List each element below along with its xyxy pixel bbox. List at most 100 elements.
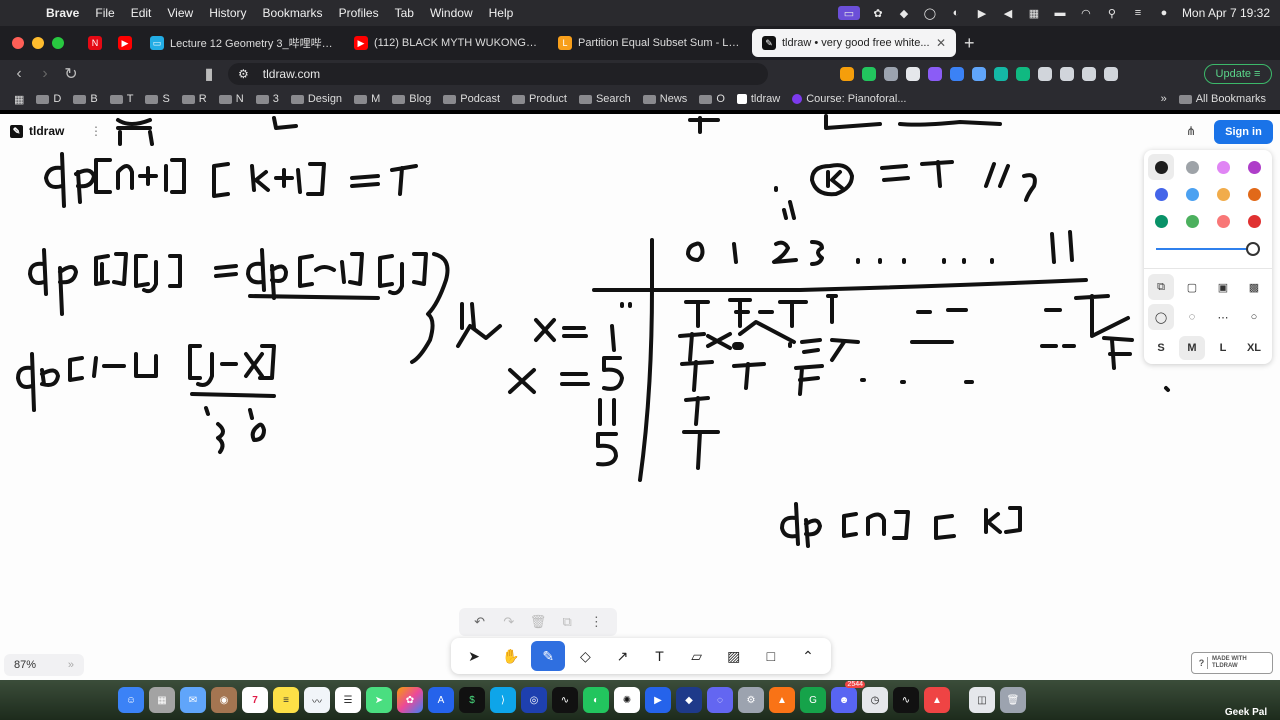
bookmark-course[interactable]: Course: Pianoforal...: [786, 93, 912, 105]
grammarly-icon[interactable]: G: [800, 687, 826, 713]
opacity-slider-handle[interactable]: [1246, 242, 1260, 256]
circle-icon[interactable]: ◯: [922, 6, 938, 20]
menu-edit[interactable]: Edit: [123, 6, 160, 20]
more-icon[interactable]: ⋮: [586, 614, 606, 630]
control-center-icon[interactable]: ≡: [1130, 6, 1146, 20]
extension-icon[interactable]: [950, 67, 964, 81]
tab-netflix[interactable]: N: [80, 29, 110, 57]
fill-pattern-icon[interactable]: ▩: [1241, 274, 1267, 300]
share-icon[interactable]: ⋔: [1186, 124, 1200, 138]
zoom-menu[interactable]: 87% »: [4, 654, 84, 676]
dash-solid-icon[interactable]: ○: [1241, 304, 1267, 330]
minimize-window-button[interactable]: [32, 37, 44, 49]
settings-icon[interactable]: ⚙: [738, 687, 764, 713]
screen-share-icon[interactable]: ▭: [837, 6, 860, 20]
bookmark-folder[interactable]: Design: [285, 93, 348, 105]
more-tools-icon[interactable]: ⌃: [791, 641, 825, 671]
color-violet[interactable]: [1248, 161, 1261, 174]
url-field[interactable]: ⚙ tldraw.com: [228, 63, 768, 85]
fill-none-icon[interactable]: ⧉: [1148, 274, 1174, 300]
bookmark-folder[interactable]: T: [104, 93, 140, 105]
bookmark-folder[interactable]: Blog: [386, 93, 437, 105]
fill-solid-icon[interactable]: ▣: [1210, 274, 1236, 300]
bookmark-folder[interactable]: M: [348, 93, 386, 105]
clock[interactable]: Mon Apr 7 19:32: [1182, 6, 1270, 20]
photos-icon[interactable]: ✿: [397, 687, 423, 713]
tab-leetcode[interactable]: L Partition Equal Subset Sum - Leet...: [548, 29, 752, 57]
pulse-icon[interactable]: ◎: [521, 687, 547, 713]
extension-icon[interactable]: [906, 67, 920, 81]
sign-in-button[interactable]: Sign in: [1214, 120, 1273, 144]
color-grey[interactable]: [1186, 161, 1199, 174]
bookmark-folder[interactable]: O: [693, 93, 731, 105]
forward-icon[interactable]: ›: [32, 65, 58, 83]
page-menu-icon[interactable]: ⋮: [90, 124, 102, 138]
extension-icon[interactable]: [840, 67, 854, 81]
color-black[interactable]: [1155, 161, 1168, 174]
menu-window[interactable]: Window: [422, 6, 481, 20]
bookmark-folder[interactable]: News: [637, 93, 694, 105]
close-tab-icon[interactable]: ✕: [936, 36, 946, 50]
wallet-icon[interactable]: [1082, 67, 1096, 81]
tab-tldraw[interactable]: ✎ tldraw • very good free white... ✕: [752, 29, 956, 57]
bookmark-folder[interactable]: Product: [506, 93, 573, 105]
zoom-window-button[interactable]: [52, 37, 64, 49]
bookmark-folder[interactable]: D: [30, 93, 67, 105]
keyboard-icon[interactable]: ▦: [1026, 6, 1042, 20]
copilot-icon[interactable]: ◆: [896, 6, 912, 20]
tldraw-canvas[interactable]: ✎ tldraw ⋮ ⋔ Sign in ⧉ ▢ ▣ ▩ ◯ ◌ ⋯ ○ S M…: [0, 114, 1280, 680]
terminal-icon[interactable]: $: [459, 687, 485, 713]
menu-history[interactable]: History: [201, 6, 254, 20]
tab-youtube-wukong[interactable]: ▶ (112) BLACK MYTH WUKONG Wa...: [344, 29, 548, 57]
voice-memos-icon[interactable]: ∿: [893, 687, 919, 713]
bookmark-folder[interactable]: N: [213, 93, 250, 105]
bookmark-folder[interactable]: Podcast: [437, 93, 506, 105]
vscode-icon[interactable]: ⟩: [490, 687, 516, 713]
menu-app[interactable]: Brave: [38, 6, 87, 20]
vlc-icon[interactable]: ▶: [645, 687, 671, 713]
bookmark-folder[interactable]: R: [176, 93, 213, 105]
update-button[interactable]: Update ≡: [1204, 64, 1272, 84]
freeform-icon[interactable]: 〰: [304, 687, 330, 713]
arc-icon[interactable]: ◌: [707, 687, 733, 713]
bookmark-folder[interactable]: 3: [250, 93, 285, 105]
redo-icon[interactable]: ↷: [499, 614, 519, 630]
tab-bilibili[interactable]: ▭ Lecture 12 Geometry 3_哔哩哔哩...: [140, 29, 344, 57]
tldraw-logo[interactable]: ✎ tldraw: [10, 124, 64, 138]
menu-profiles[interactable]: Profiles: [331, 6, 387, 20]
rectangle-tool[interactable]: □: [754, 641, 788, 671]
cursor-icon[interactable]: ◆: [676, 687, 702, 713]
color-orange[interactable]: [1248, 188, 1261, 201]
bookmark-folder[interactable]: S: [139, 93, 175, 105]
app-store-icon[interactable]: A: [428, 687, 454, 713]
minimap-toggle-icon[interactable]: »: [68, 659, 74, 671]
wechat-icon[interactable]: ◐: [948, 6, 964, 20]
site-settings-icon[interactable]: ⚙: [238, 67, 249, 81]
size-m[interactable]: M: [1179, 336, 1205, 360]
contacts-icon[interactable]: ◉: [211, 687, 237, 713]
sidebar-icon[interactable]: [1060, 67, 1074, 81]
menu-tab[interactable]: Tab: [387, 6, 422, 20]
mail-icon[interactable]: ✉: [180, 687, 206, 713]
back-icon[interactable]: ‹: [6, 65, 32, 83]
wechat-icon[interactable]: ◐: [583, 687, 609, 713]
close-window-button[interactable]: [12, 37, 24, 49]
activity-monitor-icon[interactable]: ∿: [552, 687, 578, 713]
maps-icon[interactable]: ➤: [366, 687, 392, 713]
draw-tool[interactable]: ✎: [531, 641, 566, 671]
brave-beta-icon[interactable]: ▲: [924, 687, 950, 713]
clock-icon[interactable]: ◷: [862, 687, 888, 713]
reminders-icon[interactable]: ☰: [335, 687, 361, 713]
color-light-red[interactable]: [1217, 215, 1230, 228]
play-icon[interactable]: ▶: [974, 6, 990, 20]
color-light-violet[interactable]: [1217, 161, 1230, 174]
dash-draw-icon[interactable]: ◯: [1148, 304, 1174, 330]
reload-icon[interactable]: ↻: [58, 64, 84, 84]
color-yellow[interactable]: [1217, 188, 1230, 201]
extension-icon[interactable]: [862, 67, 876, 81]
preview-icon[interactable]: ◫: [969, 687, 995, 713]
calendar-icon[interactable]: 7: [242, 687, 268, 713]
bookmark-folder[interactable]: Search: [573, 93, 637, 105]
discord-icon[interactable]: ☻ 2544: [831, 681, 865, 713]
image-tool[interactable]: ▨: [717, 641, 751, 671]
